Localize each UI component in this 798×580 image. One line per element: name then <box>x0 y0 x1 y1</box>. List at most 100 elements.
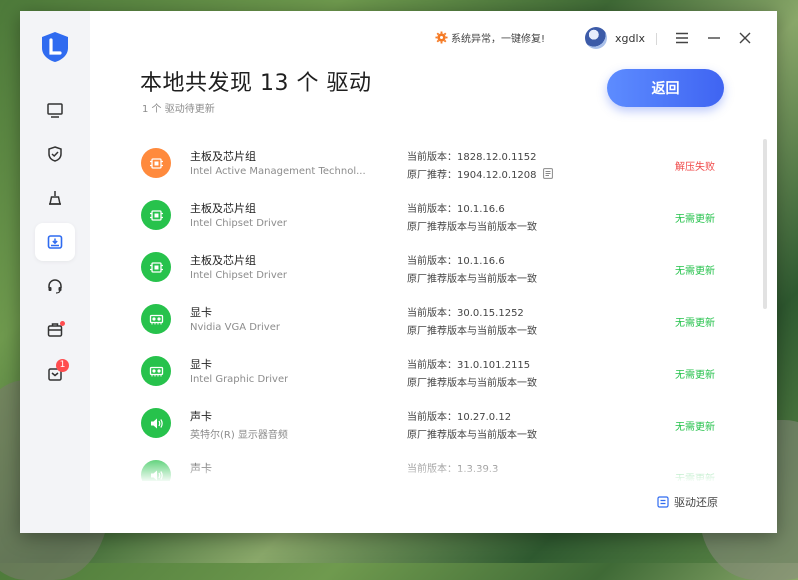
driver-category: 显卡 <box>190 358 212 371</box>
divider <box>656 33 657 45</box>
driver-current-version: 当前版本：31.0.101.2115 <box>407 360 531 371</box>
driver-recommended-version: 原厂推荐版本与当前版本一致 <box>407 322 537 337</box>
speaker-icon <box>150 470 163 480</box>
driver-description: 英特尔(R) 显示器音频 <box>190 430 288 441</box>
driver-status: 无需更新 <box>675 474 715 481</box>
nav-driver[interactable] <box>35 223 75 261</box>
driver-recommended-text: 原厂推荐版本与当前版本一致 <box>407 378 537 389</box>
scrollbar[interactable] <box>763 139 767 309</box>
close-icon <box>739 32 751 44</box>
driver-current-version: 当前版本：30.0.15.1252 <box>407 308 524 319</box>
system-warning-text: 系统异常，一键修复! <box>451 34 546 45</box>
driver-type-badge <box>141 356 171 386</box>
driver-current-version: 当前版本：1828.12.0.1152 <box>407 152 537 163</box>
driver-type-badge <box>141 408 171 438</box>
minimize-icon <box>708 37 720 39</box>
system-warning-link[interactable]: 系统异常，一键修复! <box>435 30 545 45</box>
driver-description: Intel Graphic Driver <box>190 374 289 385</box>
driver-type-badge <box>141 460 171 481</box>
nav-support[interactable] <box>35 267 75 305</box>
driver-recommended-version: 原厂推荐版本与当前版本一致 <box>407 374 537 389</box>
nav-monitor[interactable] <box>35 91 75 129</box>
page-subtitle: 1 个 驱动待更新 <box>142 104 215 115</box>
driver-row[interactable]: 声卡 当前版本：1.3.39.3 无需更新 <box>130 448 750 481</box>
driver-current-version: 当前版本：10.1.16.6 <box>407 204 505 215</box>
monitor-icon <box>47 103 63 118</box>
driver-current-version: 当前版本：10.1.16.6 <box>407 256 505 267</box>
driver-category: 声卡 <box>190 410 212 423</box>
driver-recommended-text: 原厂推荐版本与当前版本一致 <box>407 274 537 285</box>
chip-icon <box>149 261 163 273</box>
minimize-button[interactable] <box>705 29 723 47</box>
driver-description: Intel Active Management Technol... <box>190 166 366 177</box>
driver-row[interactable]: 显卡 Intel Graphic Driver 当前版本：31.0.101.2115… <box>130 344 750 396</box>
driver-status: 无需更新 <box>675 318 715 329</box>
driver-recommended-text: 原厂推荐版本与当前版本一致 <box>407 222 537 233</box>
driver-recommended-text: 原厂推荐版本与当前版本一致 <box>407 430 537 441</box>
driver-category: 主板及芯片组 <box>190 150 256 163</box>
driver-status: 无需更新 <box>675 266 715 277</box>
driver-list: 主板及芯片组 Intel Active Management Technol...… <box>130 136 750 481</box>
chip-icon <box>149 157 163 169</box>
driver-status: 无需更新 <box>675 422 715 433</box>
driver-recommended-version: 原厂推荐版本与当前版本一致 <box>407 270 537 285</box>
hamburger-menu-icon <box>676 32 688 44</box>
gpu-icon <box>149 366 163 376</box>
driver-status: 无需更新 <box>675 370 715 381</box>
back-button[interactable]: 返回 <box>607 69 724 107</box>
sidebar: 1 <box>20 11 90 533</box>
driver-recommended-version: 原厂推荐版本与当前版本一致 <box>407 426 537 441</box>
user-profile[interactable]: xgdlx <box>585 27 645 49</box>
shield-icon <box>48 146 62 162</box>
nav-messages[interactable]: 1 <box>35 355 75 393</box>
driver-category: 主板及芯片组 <box>190 254 256 267</box>
driver-recommended-text: 原厂推荐：1904.12.0.1208 <box>407 170 537 181</box>
avatar <box>585 27 607 49</box>
gpu-icon <box>149 314 163 324</box>
driver-status[interactable]: 解压失败 <box>660 158 730 173</box>
driver-row[interactable]: 声卡英特尔(R) 显示器音频 当前版本：10.27.0.12 原厂推荐版本与当前版本… <box>130 396 750 448</box>
driver-row[interactable]: 显卡 Nvidia VGA Driver 当前版本：30.0.15.1252 原厂推荐… <box>130 292 750 344</box>
headset-icon <box>48 279 62 294</box>
driver-restore-button[interactable]: 驱动还原 <box>657 494 718 510</box>
username: xgdlx <box>615 31 646 45</box>
driver-description: Nvidia VGA Driver <box>190 322 280 333</box>
driver-type-badge <box>141 252 171 282</box>
driver-icon <box>47 235 63 249</box>
driver-type-badge <box>141 304 171 334</box>
driver-recommended-version: 原厂推荐：1904.12.0.1208 <box>407 166 553 181</box>
driver-category: 主板及芯片组 <box>190 202 256 215</box>
restore-icon <box>657 496 669 508</box>
nav-clean[interactable] <box>35 179 75 217</box>
driver-recommended-version: 原厂推荐版本与当前版本一致 <box>407 218 537 233</box>
close-button[interactable] <box>736 29 754 47</box>
driver-status: 无需更新 <box>675 214 715 225</box>
app-logo-icon <box>42 32 68 62</box>
nav-toolbox[interactable] <box>35 311 75 349</box>
menu-button[interactable] <box>673 29 691 47</box>
driver-current-version: 当前版本：1.3.39.3 <box>407 464 499 475</box>
driver-current-version: 当前版本：10.27.0.12 <box>407 412 512 423</box>
document-icon[interactable] <box>542 168 553 179</box>
driver-row[interactable]: 主板及芯片组 Intel Active Management Technol...… <box>130 136 750 188</box>
driver-row[interactable]: 主板及芯片组 Intel Chipset Driver 当前版本：10.1.16.6… <box>130 240 750 292</box>
gear-warning-icon <box>435 31 448 44</box>
driver-restore-label: 驱动还原 <box>674 496 718 509</box>
speaker-icon <box>150 418 163 428</box>
nav-security[interactable] <box>35 135 75 173</box>
notification-dot <box>60 321 65 326</box>
driver-row[interactable]: 主板及芯片组 Intel Chipset Driver 当前版本：10.1.16.6… <box>130 188 750 240</box>
driver-category: 声卡 <box>190 462 212 475</box>
driver-description: Intel Chipset Driver <box>190 270 287 281</box>
message-badge: 1 <box>56 359 69 372</box>
topbar: 系统异常，一键修复! xgdlx <box>90 11 777 65</box>
driver-type-badge <box>141 200 171 230</box>
chip-icon <box>149 209 163 221</box>
driver-description: Intel Chipset Driver <box>190 218 287 229</box>
broom-icon <box>49 191 61 205</box>
page-title: 本地共发现 13 个 驱动 <box>140 71 372 96</box>
driver-type-badge <box>141 148 171 178</box>
driver-window: 1 系统异常，一键修复! xgdlx 本地共发现 13 个 驱动 1 个 驱动待… <box>20 11 777 533</box>
driver-category: 显卡 <box>190 306 212 319</box>
driver-recommended-text: 原厂推荐版本与当前版本一致 <box>407 326 537 337</box>
